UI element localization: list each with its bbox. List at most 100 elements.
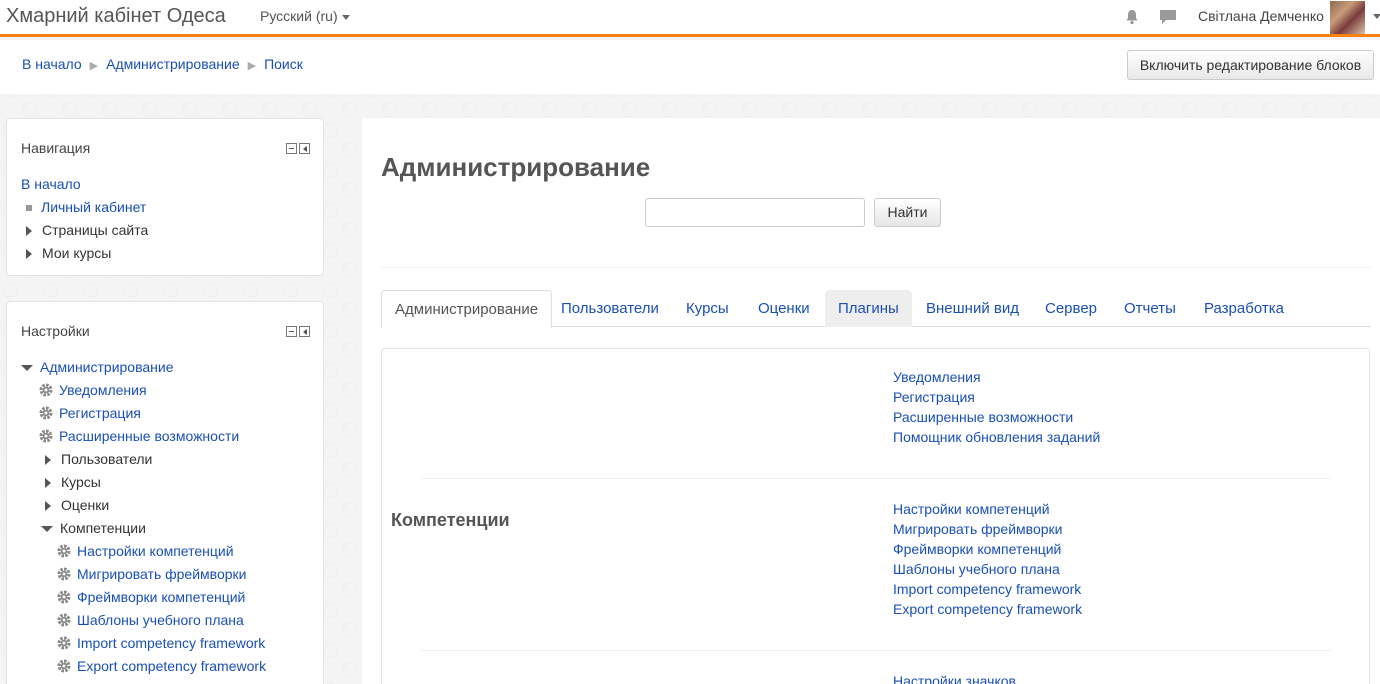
- link-import-framework[interactable]: Import competency framework: [893, 581, 1081, 597]
- navigation-block-title: Навигация: [21, 140, 91, 156]
- language-menu[interactable]: Русский (ru): [260, 8, 350, 24]
- breadcrumb-home[interactable]: В начало: [22, 56, 82, 72]
- settings-item-users[interactable]: Пользователи: [45, 451, 152, 467]
- settings-item-label: Фреймворки компетенций: [77, 589, 246, 605]
- nav-item-my-courses[interactable]: Мои курсы: [26, 245, 111, 261]
- tab-courses[interactable]: Курсы: [673, 290, 742, 327]
- settings-item-label: Оценки: [61, 497, 110, 513]
- nav-item-home[interactable]: В начало: [21, 176, 81, 192]
- link-badge-settings[interactable]: Настройки значков: [893, 673, 1016, 684]
- tab-appearance[interactable]: Внешний вид: [913, 290, 1032, 327]
- tab-users[interactable]: Пользователи: [548, 290, 672, 327]
- block-controls: [286, 143, 310, 154]
- link-migrate-frameworks[interactable]: Мигрировать фреймворки: [893, 521, 1062, 537]
- competencies-section-title: Компетенции: [391, 510, 510, 530]
- link-competency-frameworks[interactable]: Фреймворки компетенций: [893, 541, 1061, 557]
- gear-icon: [39, 383, 53, 397]
- link-export-framework[interactable]: Export competency framework: [893, 601, 1082, 617]
- settings-item-courses[interactable]: Курсы: [45, 474, 101, 490]
- badges-links: Настройки значков: [893, 671, 1016, 684]
- settings-item-advanced-features[interactable]: Расширенные возможности: [38, 428, 239, 444]
- main-region: Администрирование Найти Администрировани…: [362, 118, 1380, 684]
- minimize-block-icon[interactable]: [286, 143, 297, 154]
- settings-comp-item-settings[interactable]: Настройки компетенций: [56, 543, 234, 559]
- gear-icon: [57, 544, 71, 558]
- tab-server[interactable]: Сервер: [1032, 290, 1110, 327]
- link-competency-settings[interactable]: Настройки компетенций: [893, 501, 1050, 517]
- dock-block-icon[interactable]: [299, 326, 310, 337]
- nav-item-label: Личный кабинет: [41, 199, 147, 215]
- settings-item-administration[interactable]: Администрирование: [21, 359, 174, 375]
- settings-comp-item-frameworks[interactable]: Фреймворки компетенций: [56, 589, 245, 605]
- collapse-arrow-icon: [41, 526, 53, 533]
- navigation-block: Навигация В начало Личный кабинет Страни…: [6, 118, 324, 276]
- settings-item-label: Шаблоны учебного плана: [77, 612, 244, 628]
- expand-arrow-icon: [26, 226, 32, 237]
- link-learning-plan-templates[interactable]: Шаблоны учебного плана: [893, 561, 1060, 577]
- settings-block: Настройки Администрирование Уведомления …: [6, 301, 324, 684]
- bell-icon[interactable]: [1124, 9, 1140, 25]
- minimize-block-icon[interactable]: [286, 326, 297, 337]
- edit-blocks-button[interactable]: Включить редактирование блоков: [1127, 50, 1374, 80]
- gear-icon: [39, 406, 53, 420]
- link-notifications[interactable]: Уведомления: [893, 369, 981, 385]
- chevron-down-icon: [341, 14, 350, 20]
- collapse-arrow-icon: [21, 365, 33, 372]
- tab-plugins[interactable]: Плагины: [825, 290, 912, 327]
- link-assignment-upgrade-helper[interactable]: Помощник обновления заданий: [893, 429, 1100, 445]
- gear-icon: [57, 613, 71, 627]
- settings-item-label: Регистрация: [59, 405, 141, 421]
- breadcrumb-admin[interactable]: Администрирование: [106, 56, 240, 72]
- settings-comp-item-export[interactable]: Export competency framework: [56, 658, 266, 674]
- settings-item-label: Настройки компетенций: [77, 543, 234, 559]
- tab-reports[interactable]: Отчеты: [1111, 290, 1189, 327]
- expand-arrow-icon: [26, 249, 32, 260]
- settings-item-label: Компетенции: [60, 520, 146, 536]
- nav-item-dashboard[interactable]: Личный кабинет: [26, 199, 146, 215]
- dock-block-icon[interactable]: [299, 143, 310, 154]
- search-button[interactable]: Найти: [874, 198, 941, 227]
- tab-panel: Уведомления Регистрация Расширенные возм…: [381, 348, 1370, 684]
- language-label: Русский (ru): [260, 8, 338, 24]
- link-advanced-features[interactable]: Расширенные возможности: [893, 409, 1073, 425]
- settings-item-competencies[interactable]: Компетенции: [41, 520, 146, 536]
- gear-icon: [57, 659, 71, 673]
- settings-comp-item-migrate[interactable]: Мигрировать фреймворки: [56, 566, 246, 582]
- gear-icon: [57, 590, 71, 604]
- user-menu-chevron-icon[interactable]: [1373, 14, 1380, 19]
- nav-item-label: Страницы сайта: [42, 222, 149, 238]
- settings-item-label: Export competency framework: [77, 658, 267, 674]
- settings-item-notifications[interactable]: Уведомления: [38, 382, 147, 398]
- avatar[interactable]: [1330, 1, 1365, 34]
- nav-item-site-pages[interactable]: Страницы сайта: [26, 222, 148, 238]
- tab-grades[interactable]: Оценки: [745, 290, 823, 327]
- expand-arrow-icon: [45, 501, 51, 512]
- settings-comp-item-templates[interactable]: Шаблоны учебного плана: [56, 612, 244, 628]
- link-registration[interactable]: Регистрация: [893, 389, 975, 405]
- admin-tabs: Администрирование Пользователи Курсы Оце…: [381, 290, 1371, 328]
- section-divider: [421, 478, 1331, 479]
- breadcrumb-separator-icon: ▶: [89, 60, 99, 72]
- page-title: Администрирование: [381, 152, 651, 182]
- gear-icon: [57, 636, 71, 650]
- breadcrumb-separator-icon: ▶: [247, 60, 257, 72]
- gear-icon: [57, 567, 71, 581]
- breadcrumb-search[interactable]: Поиск: [264, 56, 303, 72]
- settings-block-title: Настройки: [21, 323, 90, 339]
- settings-item-label: Уведомления: [59, 382, 147, 398]
- admin-search-input[interactable]: [645, 198, 865, 227]
- settings-item-label: Пользователи: [61, 451, 153, 467]
- expand-arrow-icon: [45, 478, 51, 489]
- tab-development[interactable]: Разработка: [1191, 290, 1297, 327]
- chat-icon[interactable]: [1159, 9, 1177, 25]
- settings-item-registration[interactable]: Регистрация: [38, 405, 141, 421]
- settings-item-label: Расширенные возможности: [59, 428, 240, 444]
- nav-item-label: Мои курсы: [42, 245, 112, 261]
- settings-item-label: Курсы: [61, 474, 101, 490]
- expand-arrow-icon: [45, 455, 51, 466]
- site-name-link[interactable]: Хмарний кабінет Одеса: [6, 5, 226, 28]
- user-name[interactable]: Світлана Демченко: [1198, 8, 1324, 24]
- settings-comp-item-import[interactable]: Import competency framework: [56, 635, 265, 651]
- tab-administration[interactable]: Администрирование: [381, 290, 553, 328]
- settings-item-grades[interactable]: Оценки: [45, 497, 109, 513]
